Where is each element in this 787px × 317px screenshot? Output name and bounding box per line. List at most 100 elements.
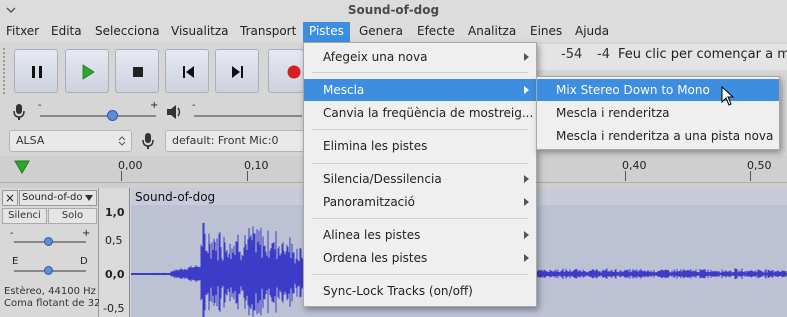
stop-icon [133, 67, 143, 77]
menu-item-sync-lock[interactable]: Sync-Lock Tracks (on/off) [304, 280, 536, 302]
play-button[interactable] [65, 49, 109, 93]
scale-label: 1,0 [105, 206, 125, 219]
menu-item-resample[interactable]: Canvia la freqüència de mostreig... [304, 102, 536, 124]
menu-item-pan[interactable]: Panoramització [304, 191, 536, 213]
menu-item-remove-tracks[interactable]: Elimina les pistes [304, 135, 536, 157]
submenu-arrow-icon [524, 53, 529, 61]
menu-item-label: Canvia la freqüència de mostreig... [323, 106, 534, 120]
skip-to-start-button[interactable] [165, 49, 209, 93]
submenu-arrow-icon [524, 231, 529, 239]
window-title: Sound-of-dog [347, 3, 440, 17]
menu-item-label: Elimina les pistes [323, 139, 428, 153]
menu-transport[interactable]: Transport [234, 22, 302, 42]
gain-min-label: - [10, 228, 14, 239]
clip-title[interactable]: Sound-of-dog [135, 190, 215, 204]
menu-visualitza[interactable]: Visualitza [165, 22, 235, 42]
toolbar-grip[interactable] [3, 48, 7, 94]
skip-end-icon [232, 66, 243, 78]
menu-separator [312, 129, 528, 130]
record-button[interactable] [268, 49, 304, 93]
menu-item-align-tracks[interactable]: Alinea les pistes [304, 224, 536, 246]
menu-item-label: Ordena les pistes [323, 251, 428, 265]
pan-right-label: D [80, 256, 88, 267]
play-icon [82, 64, 95, 80]
menu-separator [312, 163, 528, 164]
slider-max-label: + [150, 100, 159, 111]
gain-max-label: + [82, 228, 91, 239]
menu-analitza[interactable]: Analitza [462, 22, 522, 42]
mouse-pointer-icon [721, 86, 735, 106]
submenu-item-mix-and-render[interactable]: Mescla i renderitza [537, 102, 779, 124]
menu-edita[interactable]: Edita [45, 22, 88, 42]
updown-arrows-icon [118, 136, 126, 146]
input-microphone-icon [142, 133, 154, 149]
menu-separator [312, 218, 528, 219]
input-device-select[interactable]: default: Front Mic:0 [165, 130, 305, 152]
playback-slider-min-label: - [192, 100, 196, 111]
meter-db-label: -54 [561, 47, 583, 62]
menu-fitxer[interactable]: Fitxer [0, 22, 45, 42]
track-menu-button[interactable]: Sound-of-do [19, 190, 97, 206]
playback-volume-slider[interactable] [194, 115, 302, 117]
menu-ajuda[interactable]: Ajuda [569, 22, 615, 42]
scale-label: 0,0 [105, 268, 125, 281]
start-monitoring-hint[interactable]: Feu clic per començar a m [618, 47, 787, 62]
menu-separator [312, 72, 528, 73]
submenu-arrow-icon [524, 175, 529, 183]
mix-submenu: Mix Stereo Down to Mono Mescla i renderi… [536, 76, 780, 150]
close-track-button[interactable]: × [2, 190, 18, 206]
menu-genera[interactable]: Genera [353, 22, 409, 42]
title-bar: Sound-of-dog [0, 0, 787, 22]
mute-button[interactable]: Silenci [2, 208, 47, 224]
skip-start-icon [183, 66, 194, 78]
audio-host-select[interactable]: ALSA [9, 130, 132, 152]
scale-label: 0,5 [105, 234, 123, 247]
gain-slider-thumb[interactable] [44, 237, 53, 246]
recording-volume-thumb[interactable] [107, 110, 118, 121]
solo-button[interactable]: Solo [48, 208, 97, 224]
menu-item-sort-tracks[interactable]: Ordena les pistes [304, 247, 536, 269]
menu-item-label: Afegeix una nova [323, 50, 428, 64]
menu-separator [312, 274, 528, 275]
microphone-icon [13, 104, 25, 120]
meter-db-label-2: -4 [597, 47, 610, 62]
stop-button[interactable] [115, 49, 159, 93]
menu-item-label: Sync-Lock Tracks (on/off) [323, 284, 473, 298]
amplitude-scale: 1,0 0,5 0,0 -0,5 [99, 188, 130, 317]
close-icon: × [4, 191, 16, 205]
menu-item-mute-unmute[interactable]: Silencia/Dessilencia [304, 168, 536, 190]
menu-item-mix[interactable]: Mescla [304, 79, 536, 101]
menu-eines[interactable]: Eines [524, 22, 568, 42]
menu-item-label: Panoramització [323, 195, 415, 209]
submenu-arrow-icon [524, 86, 529, 94]
track-control-panel: × Sound-of-do Silenci Solo - + E D Estèr… [0, 188, 122, 317]
pan-left-label: E [12, 256, 19, 267]
menu-item-add-new[interactable]: Afegeix una nova [304, 46, 536, 68]
menu-item-label: Alinea les pistes [323, 228, 421, 242]
record-icon [287, 65, 301, 79]
play-region-triangle-icon[interactable] [14, 160, 30, 174]
track-name: Sound-of-do [22, 192, 83, 203]
menu-pistes[interactable]: Pistes [303, 22, 350, 42]
dropdown-arrow-icon [85, 195, 93, 201]
pause-button[interactable] [14, 49, 58, 93]
submenu-arrow-icon [524, 198, 529, 206]
submenu-item-mix-stereo-to-mono[interactable]: Mix Stereo Down to Mono [537, 79, 779, 101]
pause-icon [32, 66, 42, 78]
menu-item-label: Silencia/Dessilencia [323, 172, 442, 186]
speaker-icon [167, 105, 181, 119]
input-device-value: default: Front Mic:0 [172, 134, 279, 147]
pan-slider-thumb[interactable] [44, 266, 53, 275]
scale-label: -0,5 [103, 302, 125, 315]
submenu-item-mix-and-render-new-track[interactable]: Mescla i renderitza a una pista nova [537, 125, 779, 147]
menu-bar: Fitxer Edita Selecciona Visualitza Trans… [0, 22, 787, 42]
audio-host-value: ALSA [16, 134, 45, 147]
submenu-arrow-icon [524, 254, 529, 262]
menu-selecciona[interactable]: Selecciona [89, 22, 166, 42]
recording-volume-slider[interactable] [40, 115, 156, 117]
skip-to-end-button[interactable] [215, 49, 259, 93]
track-format-info: Estèreo, 44100 Hz [4, 286, 96, 297]
menu-efecte[interactable]: Efecte [411, 22, 461, 42]
slider-min-label: - [38, 100, 42, 111]
menu-item-label: Mescla [323, 83, 365, 97]
